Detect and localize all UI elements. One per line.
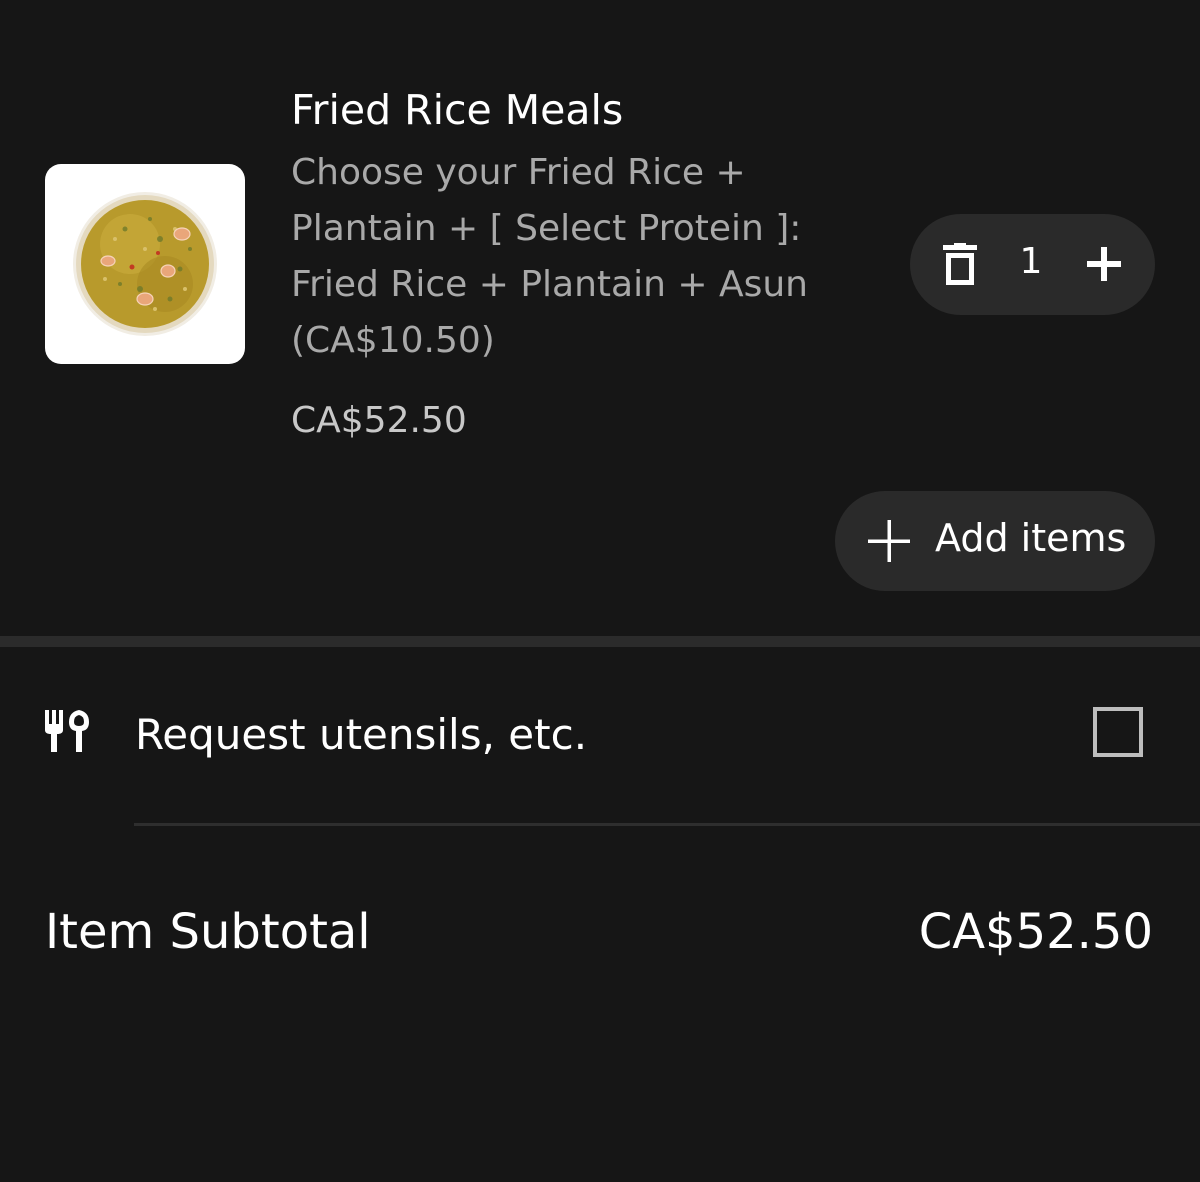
request-utensils-label: Request utensils, etc. xyxy=(135,710,588,759)
item-description-line: Choose your Fried Rice + xyxy=(291,152,746,193)
increase-quantity-button[interactable] xyxy=(1084,244,1124,284)
item-description-line: Fried Rice + Plantain + Asun xyxy=(291,264,808,305)
plus-icon xyxy=(1087,247,1121,281)
plus-icon xyxy=(868,520,910,562)
request-utensils-checkbox[interactable] xyxy=(1093,707,1143,757)
cart-item: Fried Rice Meals Choose your Fried Rice … xyxy=(0,0,1200,636)
utensils-icon xyxy=(45,710,89,752)
fried-rice-dish-photo xyxy=(73,192,217,336)
subtotal-value: CA$52.50 xyxy=(918,904,1153,960)
item-description: Choose your Fried Rice + Plantain + [ Se… xyxy=(291,145,851,369)
request-utensils-row[interactable]: Request utensils, etc. xyxy=(0,647,1200,823)
remove-item-button[interactable] xyxy=(942,243,978,287)
subtotal-label: Item Subtotal xyxy=(45,904,371,960)
item-name: Fried Rice Meals xyxy=(291,86,624,134)
section-divider xyxy=(0,636,1200,647)
row-divider xyxy=(134,823,1200,826)
item-description-line: (CA$10.50) xyxy=(291,320,495,361)
add-items-button[interactable]: Add items xyxy=(835,491,1155,591)
item-image[interactable] xyxy=(45,164,245,364)
trash-icon xyxy=(943,243,977,285)
add-items-label: Add items xyxy=(935,516,1127,560)
quantity-value: 1 xyxy=(1019,241,1043,282)
quantity-stepper: 1 xyxy=(910,214,1155,315)
item-price: CA$52.50 xyxy=(291,400,467,441)
item-description-line: Plantain + [ Select Protein ]: xyxy=(291,208,802,249)
